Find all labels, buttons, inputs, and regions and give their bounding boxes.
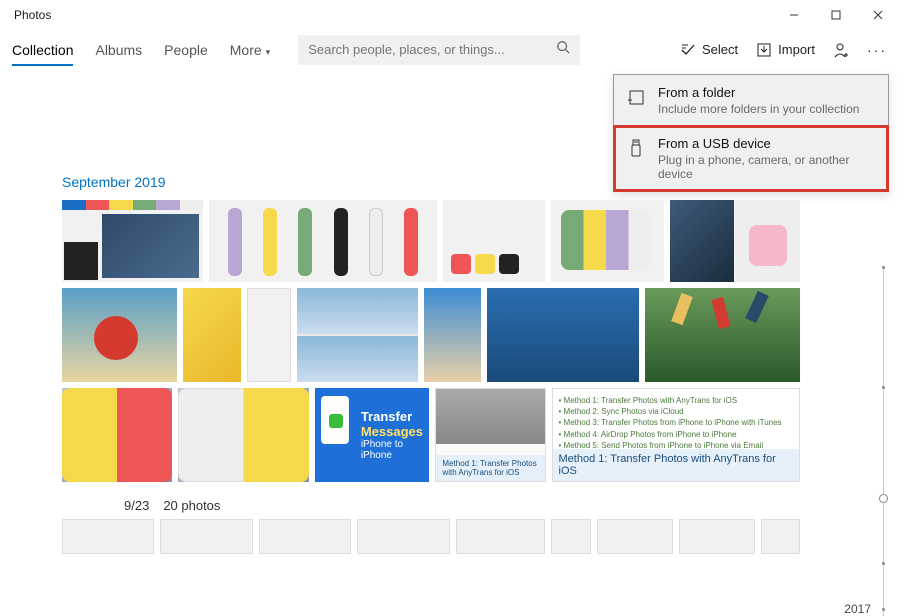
photo-thumb[interactable] — [183, 288, 241, 382]
tab-people[interactable]: People — [164, 36, 208, 64]
photo-thumb[interactable] — [456, 519, 545, 554]
timeline-marker[interactable] — [879, 494, 888, 503]
photo-thumb[interactable] — [645, 288, 800, 382]
photo-thumb[interactable] — [209, 200, 436, 282]
subsection-count: 20 photos — [163, 498, 220, 513]
window-title: Photos — [8, 8, 51, 22]
photo-thumb[interactable] — [679, 519, 755, 554]
select-button[interactable]: Select — [680, 42, 738, 58]
photo-thumb[interactable] — [670, 200, 800, 282]
timeline-tick[interactable] — [882, 562, 885, 565]
ellipsis-icon: ··· — [867, 42, 887, 58]
person-icon — [833, 42, 849, 58]
timeline-tick[interactable] — [882, 608, 885, 611]
timeline-year-label: 2017 — [844, 602, 871, 616]
photo-thumb[interactable] — [62, 288, 177, 382]
photo-thumb[interactable] — [551, 200, 664, 282]
timeline-tick[interactable] — [882, 386, 885, 389]
close-button[interactable] — [857, 1, 899, 29]
import-icon — [756, 42, 772, 58]
photo-thumb[interactable] — [424, 288, 480, 382]
photo-thumb[interactable] — [357, 519, 449, 554]
subsection-date[interactable]: 9/23 — [124, 498, 149, 513]
search-icon[interactable] — [556, 40, 570, 59]
photo-thumb[interactable] — [761, 519, 800, 554]
timeline-scrubber[interactable]: 2017 — [875, 266, 893, 616]
photo-thumb[interactable] — [487, 288, 640, 382]
photo-thumb[interactable] — [62, 200, 203, 282]
minimize-button[interactable] — [773, 1, 815, 29]
photo-thumb[interactable] — [259, 519, 351, 554]
photo-thumb[interactable] — [160, 519, 252, 554]
photo-thumb[interactable] — [178, 388, 309, 482]
search-input-container[interactable] — [298, 35, 580, 65]
more-options-button[interactable]: ··· — [867, 42, 887, 58]
maximize-button[interactable] — [815, 1, 857, 29]
tab-albums[interactable]: Albums — [95, 36, 142, 64]
photo-thumb[interactable]: Method 1: Transfer Photos with AnyTrans … — [435, 388, 545, 482]
search-input[interactable] — [308, 42, 556, 57]
photo-thumb[interactable] — [551, 519, 592, 554]
timeline-tick[interactable] — [882, 266, 885, 269]
chevron-down-icon: ▾ — [266, 47, 271, 57]
select-icon — [680, 42, 696, 58]
photo-thumb[interactable]: Transfer Messages iPhone to iPhone — [315, 388, 430, 482]
section-date-title[interactable]: September 2019 — [0, 70, 907, 200]
tab-collection[interactable]: Collection — [12, 36, 73, 64]
photo-thumb[interactable] — [62, 519, 154, 554]
tab-more[interactable]: More▾ — [230, 36, 270, 64]
photo-thumb[interactable] — [247, 288, 291, 382]
photo-thumb[interactable] — [443, 200, 545, 282]
account-button[interactable] — [833, 42, 849, 58]
photo-thumb[interactable]: • Method 1: Transfer Photos with AnyTran… — [552, 388, 801, 482]
photo-thumb[interactable] — [597, 519, 673, 554]
photo-thumb[interactable] — [62, 388, 172, 482]
photo-thumb[interactable] — [297, 288, 419, 382]
import-button[interactable]: Import — [756, 42, 815, 58]
